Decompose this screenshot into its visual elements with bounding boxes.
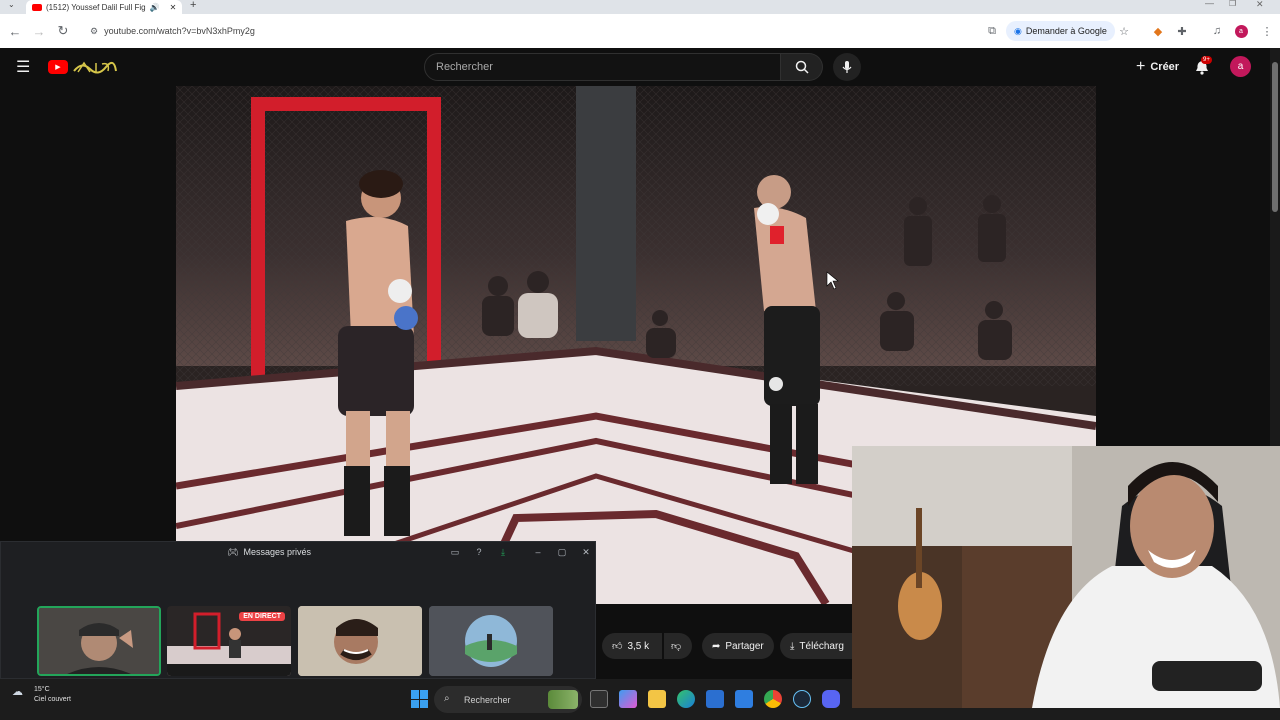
browser-tab-strip: ⌄ (1512) Youssef Dalil Full Fig 🔊 ✕ + — … [0, 0, 1280, 14]
discord-taskbar-icon[interactable] [822, 690, 840, 708]
taskbar-right-strip [852, 708, 1280, 720]
back-arrow-icon[interactable]: ← [3, 19, 27, 43]
like-count: 3,5 k [627, 640, 650, 652]
call-participant-tile[interactable] [298, 606, 422, 676]
browser-toolbar: ← → ↻ ⚙ youtube.com/watch?v=bvN3xhPmy2g … [0, 14, 1280, 48]
install-app-icon[interactable]: ⧉ [982, 21, 1002, 41]
media-control-icon[interactable]: ♫ [1207, 21, 1227, 41]
account-avatar[interactable]: a [1230, 56, 1251, 77]
search-input[interactable]: Rechercher [424, 53, 781, 81]
window-restore-icon[interactable]: ❐ [1229, 0, 1236, 8]
plus-icon: + [1136, 58, 1146, 75]
channel-custom-logo [73, 61, 117, 74]
bookmark-star-icon[interactable]: ☆ [1114, 21, 1134, 41]
edge-browser-icon[interactable] [677, 690, 695, 708]
windows-start-icon[interactable] [411, 690, 429, 708]
download-icon: ⤓ [790, 640, 795, 652]
reload-icon[interactable]: ↻ [51, 19, 75, 43]
cloud-icon: ☁ [12, 686, 23, 698]
youtube-play-icon: ▶ [48, 60, 68, 74]
microphone-icon [842, 61, 852, 73]
extension-fox-icon[interactable]: ◆ [1148, 21, 1168, 41]
share-label: Partager [725, 640, 764, 652]
browser-menu-icon[interactable]: ⋮ [1257, 21, 1277, 41]
window-minimize-icon[interactable]: — [1205, 0, 1214, 8]
youtube-logo[interactable]: ▶ [48, 59, 118, 75]
video-actions-row: 👍︎ 3,5 k 👎︎ ➦ Partager ⤓ Télécharg [600, 633, 860, 659]
discord-private-messages-window: 🎮︎ Messages privés ▭ ? ⤓ – ▢ ✕ EN DIRECT [0, 541, 596, 679]
notification-count-badge: 9+ [1201, 56, 1212, 64]
ask-google-label: Demander à Google [1025, 26, 1107, 36]
ask-google-button[interactable]: ◉ Demander à Google [1006, 21, 1115, 41]
windows-taskbar: ☁ 15°C Ciel couvert ⌕ Rechercher [0, 679, 852, 720]
discord-download-icon[interactable]: ⤓ [497, 546, 509, 558]
outlook-icon[interactable] [735, 690, 753, 708]
call-participant-tile[interactable] [37, 606, 161, 676]
youtube-header: ☰ ▶ Rechercher + Créer 9+ a [0, 48, 1270, 86]
audio-playing-icon[interactable]: 🔊 [150, 3, 160, 12]
taskbar-search-box[interactable]: ⌕ Rechercher [434, 686, 582, 713]
page-scrollbar[interactable] [1270, 48, 1280, 446]
share-arrow-icon: ➦ [712, 640, 721, 652]
weather-condition: Ciel couvert [34, 696, 71, 703]
share-button[interactable]: ➦ Partager [702, 633, 774, 659]
streamer-webcam [852, 446, 1280, 708]
download-button[interactable]: ⤓ Télécharg [780, 633, 852, 659]
discord-title: Messages privés [243, 547, 311, 557]
window-close-icon[interactable]: ✕ [1256, 0, 1264, 10]
file-explorer-icon[interactable] [648, 690, 666, 708]
live-badge: EN DIRECT [239, 612, 285, 621]
discord-minimize-icon[interactable]: – [532, 546, 544, 558]
participant-video [298, 606, 422, 676]
youtube-favicon-icon [32, 3, 42, 11]
new-tab-icon[interactable]: + [190, 0, 196, 11]
weather-widget[interactable]: ☁ 15°C Ciel couvert [12, 685, 71, 705]
steam-icon[interactable] [793, 690, 811, 708]
tab-title: (1512) Youssef Dalil Full Fig [46, 2, 146, 12]
taskbar-search-label: Rechercher [464, 694, 511, 705]
url-text: youtube.com/watch?v=bvN3xhPmy2g [104, 26, 255, 36]
help-icon[interactable]: ? [473, 546, 485, 558]
search-icon [795, 60, 809, 74]
like-button[interactable]: 👍︎ 3,5 k [602, 633, 662, 659]
participant-avatar [429, 606, 553, 676]
create-button[interactable]: + Créer [1126, 55, 1189, 79]
tab-list-chevron-icon[interactable]: ⌄ [8, 0, 15, 9]
extensions-puzzle-icon[interactable]: ✚ [1172, 21, 1192, 41]
scrollbar-thumb[interactable] [1272, 62, 1278, 212]
hamburger-menu-icon[interactable]: ☰ [16, 57, 30, 77]
forward-arrow-icon[interactable]: → [27, 19, 51, 43]
download-label: Télécharg [799, 640, 844, 652]
create-label: Créer [1150, 61, 1180, 73]
search-highlight-image [548, 690, 578, 709]
task-view-icon[interactable] [590, 690, 608, 708]
browser-profile-avatar[interactable]: a [1231, 21, 1251, 41]
close-tab-icon[interactable]: ✕ [170, 3, 177, 12]
search-button[interactable] [781, 53, 823, 81]
participant-video [39, 608, 159, 674]
address-bar[interactable]: ⚙ youtube.com/watch?v=bvN3xhPmy2g [82, 20, 1002, 42]
call-participant-tile[interactable] [429, 606, 553, 676]
search-placeholder: Rechercher [436, 61, 493, 73]
google-lens-icon: ◉ [1014, 25, 1022, 36]
inbox-icon[interactable]: ▭ [449, 546, 461, 558]
browser-tab-youtube[interactable]: (1512) Youssef Dalil Full Fig 🔊 ✕ [26, 0, 182, 14]
voice-search-button[interactable] [833, 53, 861, 81]
dislike-button[interactable]: 👎︎ [664, 633, 692, 659]
chrome-icon[interactable] [764, 690, 782, 708]
site-info-icon[interactable]: ⚙ [90, 26, 98, 37]
discord-maximize-icon[interactable]: ▢ [556, 546, 568, 558]
thumbs-down-icon: 👎︎ [671, 641, 682, 652]
taskbar-search-icon: ⌕ [444, 693, 450, 704]
webcam-feed [852, 446, 1280, 708]
avatar-initial: a [1237, 61, 1244, 72]
thumbs-up-icon: 👍︎ [612, 641, 623, 652]
weather-temperature: 15°C [34, 686, 50, 693]
microsoft-store-icon[interactable] [706, 690, 724, 708]
discord-icon: 🎮︎ [227, 546, 239, 557]
widgets-app-icon[interactable] [619, 690, 637, 708]
call-participant-tile[interactable]: EN DIRECT [167, 606, 291, 676]
discord-close-icon[interactable]: ✕ [580, 546, 592, 558]
